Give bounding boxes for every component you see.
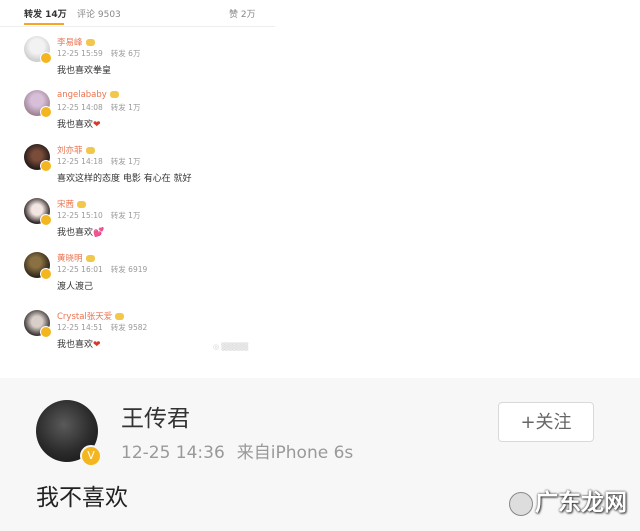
post-meta: 12-25 14:36 来自iPhone 6s (121, 443, 354, 463)
list-item: 刘亦菲 12-25 14:18 转发 1万 喜欢这样的态度 电影 有心在 就好 (0, 144, 275, 198)
comment-text: 喜欢这样的态度 电影 有心在 就好 (57, 174, 192, 184)
tab-comments[interactable]: 评论 9503 (77, 7, 121, 20)
heart-icon: 💕 (93, 228, 105, 238)
comment-text: 我也喜欢拳皇 (57, 66, 112, 76)
comment-meta: 12-25 14:08 转发 1万 (57, 103, 141, 112)
comment-panel: 转发 14万 评论 9503 赞 2万 李易峰 12-25 15:59 转发 6万… (0, 0, 275, 352)
watermark-logo-icon (509, 491, 533, 516)
comment-meta: 12-25 16:01 转发 6919 (57, 265, 148, 274)
comment-author[interactable]: angelababy (57, 90, 119, 100)
comment-author[interactable]: 刘亦菲 (57, 144, 95, 156)
vip-icon (77, 201, 87, 208)
comment-meta: 12-25 15:10 转发 1万 (57, 211, 141, 220)
verified-icon (40, 214, 52, 226)
comment-text: 我也喜欢💕 (57, 228, 105, 238)
active-tab-indicator (24, 23, 64, 25)
vip-icon (85, 255, 95, 262)
list-item: 黄晓明 12-25 16:01 转发 6919 渡人渡己 (0, 252, 275, 306)
comment-author[interactable]: 宋茜 (57, 198, 87, 210)
comment-author[interactable]: 黄晓明 (57, 252, 95, 264)
vip-icon (109, 91, 119, 98)
follow-button[interactable]: +关注 (498, 402, 594, 442)
vip-icon (115, 313, 125, 320)
list-item: 宋茜 12-25 15:10 转发 1万 我也喜欢💕 (0, 198, 275, 252)
list-item: Crystal张天爱 12-25 14:51 转发 9582 我也喜欢❤ (0, 310, 275, 364)
verified-icon (40, 106, 52, 118)
list-item: angelababy 12-25 14:08 转发 1万 我也喜欢❤ (0, 90, 275, 144)
tab-likes[interactable]: 赞 2万 (229, 7, 256, 20)
comment-meta: 12-25 14:18 转发 1万 (57, 157, 141, 166)
comment-meta: 12-25 14:51 转发 9582 (57, 323, 148, 332)
comment-meta: 12-25 15:59 转发 6万 (57, 49, 141, 58)
verified-icon (40, 52, 52, 64)
post-author[interactable]: 王传君 (121, 399, 190, 433)
comment-text: 我也喜欢❤ (57, 340, 101, 350)
comment-author[interactable]: 李易峰 (57, 36, 95, 48)
comment-text: 渡人渡己 (57, 282, 94, 292)
heart-icon: ❤ (93, 120, 101, 130)
verified-icon (40, 268, 52, 280)
tab-reposts[interactable]: 转发 14万 (24, 7, 67, 20)
vip-icon (85, 39, 95, 46)
post-text: 我不喜欢 (36, 485, 128, 511)
verified-icon (40, 160, 52, 172)
site-watermark: 广东龙网 (509, 483, 627, 517)
tab-bar: 转发 14万 评论 9503 赞 2万 (0, 0, 275, 27)
comment-author[interactable]: Crystal张天爱 (57, 310, 125, 322)
vip-icon (85, 147, 95, 154)
faded-watermark: ◎ ▒▒▒▒▒ (213, 343, 249, 351)
list-item: 李易峰 12-25 15:59 转发 6万 我也喜欢拳皇 (0, 36, 275, 90)
comment-text: 我也喜欢❤ (57, 120, 101, 130)
verified-icon: V (80, 445, 102, 467)
verified-icon (40, 326, 52, 338)
heart-icon: ❤ (93, 340, 101, 350)
